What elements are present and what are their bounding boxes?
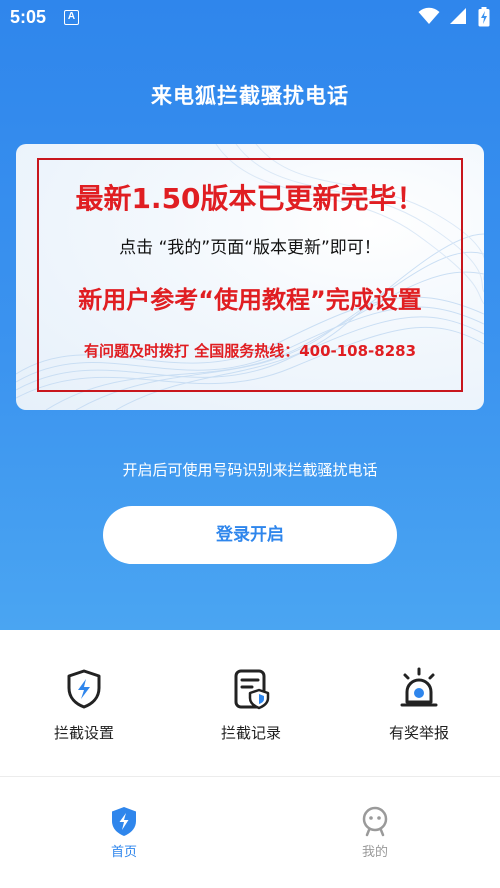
- status-bar: 5:05 A: [0, 0, 500, 36]
- status-icons: [418, 7, 490, 27]
- login-enable-button[interactable]: 登录开启: [103, 506, 397, 564]
- alarm-siren-icon: [400, 667, 438, 707]
- banner-tutorial-note: 新用户参考“使用教程”完成设置: [78, 286, 422, 314]
- bottom-tab-bar: 首页 我的: [0, 777, 500, 888]
- banner-instruction: 点击 “我的”页面“版本更新”即可！: [119, 238, 381, 258]
- tab-home[interactable]: 首页: [74, 805, 174, 860]
- profile-face-icon: [362, 806, 388, 837]
- status-time: 5:05: [10, 7, 47, 27]
- shortcut-label: 拦截设置: [53, 724, 114, 742]
- tab-mine[interactable]: 我的: [325, 805, 425, 860]
- tab-label: 首页: [110, 845, 137, 860]
- document-shield-icon: [234, 669, 270, 710]
- shortcut-label: 拦截记录: [220, 724, 281, 742]
- banner-hotline: 有问题及时拨打 全国服务热线：400-108-8283: [83, 342, 417, 360]
- tab-label: 我的: [361, 845, 388, 860]
- wifi-icon: [418, 7, 440, 24]
- hint-text: 开启后可使用号码识别来拦截骚扰电话: [122, 461, 378, 479]
- shortcut-panel: 拦截设置 拦截记录 有奖举报: [0, 630, 500, 776]
- shortcut-block-records[interactable]: 拦截记录: [181, 666, 321, 743]
- banner-headline: 最新1.50版本已更新完毕！: [75, 182, 425, 215]
- notification-badge-icon: A: [64, 10, 79, 25]
- shortcut-report-reward[interactable]: 有奖举报: [349, 666, 489, 743]
- announcement-banner[interactable]: 最新1.50版本已更新完毕！ 点击 “我的”页面“版本更新”即可！ 新用户参考“…: [16, 144, 484, 410]
- shortcut-block-settings[interactable]: 拦截设置: [14, 666, 154, 743]
- signal-icon: [449, 8, 466, 24]
- home-shield-icon: [112, 807, 136, 836]
- app-title: 来电狐拦截骚扰电话: [151, 84, 349, 108]
- battery-charging-icon: [478, 7, 490, 27]
- shortcut-label: 有奖举报: [388, 724, 449, 742]
- shield-lightning-icon: [67, 669, 101, 709]
